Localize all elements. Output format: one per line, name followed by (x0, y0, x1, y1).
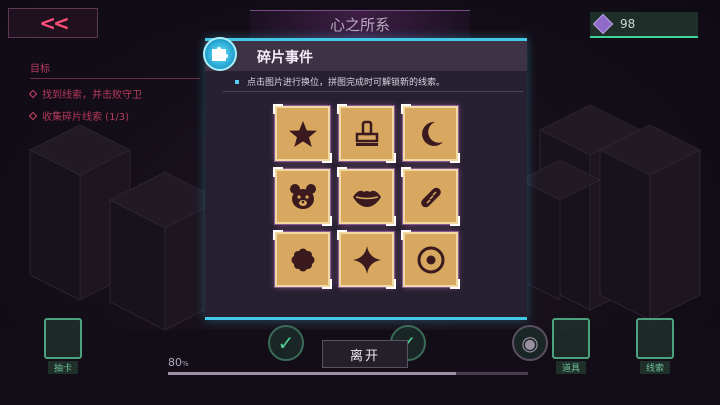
items-label: 道具 (555, 361, 586, 374)
goals-title: 目标 (30, 60, 200, 79)
resource-value: 98 (620, 17, 636, 31)
progress-label: 80% (168, 356, 189, 369)
diamond-icon (28, 89, 38, 98)
items-button[interactable]: 道具 (548, 318, 594, 374)
checkmark-icon: ✓ (268, 325, 304, 361)
puzzle-piece-icon (203, 37, 237, 71)
goal-text: 收集碎片线索 (1/3) (42, 112, 130, 123)
puzzle-tile[interactable] (273, 167, 332, 226)
draw-card-button[interactable]: 抽卡 (40, 318, 86, 374)
card-icon (44, 318, 82, 359)
puzzle-tile[interactable] (273, 104, 332, 163)
bread-icon (420, 187, 441, 207)
puzzle-tile[interactable] (337, 104, 396, 163)
four-point-star-icon (352, 245, 381, 274)
crescent-moon-icon (421, 121, 443, 146)
puzzle-tile[interactable] (273, 230, 332, 289)
puzzle-tile[interactable] (401, 230, 460, 289)
diamond-icon (28, 111, 38, 120)
target-icon (417, 246, 444, 273)
dialog-header (205, 41, 527, 71)
stamp-icon (355, 120, 378, 146)
fragment-event-dialog: 碎片事件 点击图片进行换位，拼图完成时可解锁新的线索。 (203, 37, 527, 320)
clues-button[interactable]: 线索 (632, 318, 678, 374)
gem-icon (592, 13, 614, 35)
flower-icon (291, 248, 314, 271)
clues-label: 线索 (639, 361, 670, 374)
goal-item: 收集碎片线索 (1/3) (28, 108, 205, 123)
star-icon (288, 120, 317, 147)
progress-bar (168, 372, 528, 375)
location-title: 心之所系 (250, 10, 470, 38)
dialog-hint: 点击图片进行换位，拼图完成时可解锁新的线索。 (235, 75, 445, 88)
backpack-icon (552, 318, 590, 359)
puzzle-tile[interactable] (337, 230, 396, 289)
leave-button[interactable]: 离开 (322, 340, 408, 368)
bullet-icon (235, 79, 239, 84)
goal-item: 找到线索，并击败守卫 (28, 86, 205, 101)
bear-face-icon (289, 183, 316, 209)
goals-panel: 目标 找到线索，并击败守卫 收集碎片线索 (1/3) (28, 60, 205, 130)
puzzle-grid (273, 104, 460, 300)
divider (223, 91, 523, 92)
hint-text: 点击图片进行换位，拼图完成时可解锁新的线索。 (247, 78, 446, 88)
puzzle-tile[interactable] (401, 104, 460, 163)
dialog-title: 碎片事件 (257, 50, 313, 66)
draw-card-label: 抽卡 (47, 361, 78, 374)
progress-fill (168, 372, 456, 375)
resource-counter: 98 (590, 12, 698, 38)
clue-card-icon (636, 318, 674, 359)
lips-icon (352, 190, 381, 207)
puzzle-tile[interactable] (401, 167, 460, 226)
speech-bubble-icon[interactable]: ◉ (512, 325, 548, 361)
goal-text: 找到线索，并击败守卫 (42, 90, 142, 101)
puzzle-tile[interactable] (337, 167, 396, 226)
back-button[interactable]: << (8, 8, 98, 38)
